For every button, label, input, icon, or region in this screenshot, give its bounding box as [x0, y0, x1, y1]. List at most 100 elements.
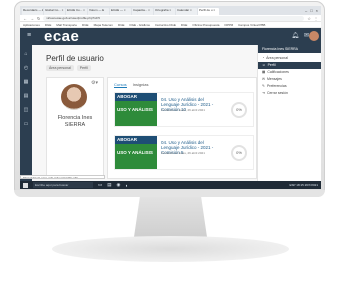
browser-tab[interactable]: Recordaris — E — [22, 8, 43, 15]
star-icon[interactable]: ☆ — [307, 16, 311, 21]
speedometer-icon: ◔ — [262, 56, 265, 60]
bookmark[interactable]: DGE — [82, 22, 89, 27]
breadcrumb-item[interactable]: Área personal — [46, 65, 74, 71]
browser-tab[interactable]: ECAE — × — [110, 8, 131, 15]
course-progress: 0% — [231, 145, 247, 161]
menu-item-label: Calificaciones — [267, 70, 289, 74]
profile-name: Florencia Ines SIERRA — [57, 115, 93, 128]
menu-item-cerrar-sesion[interactable]: ⇥ Cerrar sesión — [258, 90, 321, 97]
window-controls: – □ × — [305, 6, 321, 15]
course-thumbnail[interactable]: ABOGAR USO Y ANÁLISIS — [115, 93, 157, 126]
screen: Recordaris — E Global Co... × ECAE Co...… — [20, 6, 321, 189]
minimize-icon[interactable]: – — [305, 6, 307, 15]
menu-item-label: Perfil — [267, 63, 276, 67]
nav-sidebar: ⌂ ◴ ▦ ▤ ◫ ▭ — [20, 45, 32, 181]
file-explorer-icon[interactable]: ▤ — [107, 182, 111, 188]
logout-icon: ⇥ — [262, 91, 265, 95]
course-thumbnail[interactable]: ABOGAR USO Y ANÁLISIS — [115, 136, 157, 169]
course-thumb-subtitle: USO Y ANÁLISIS — [117, 107, 153, 112]
bookmark[interactable]: Mapa Telecom — [94, 22, 113, 27]
bookmark[interactable]: DGE — [118, 22, 125, 27]
home-icon[interactable]: ⌂ — [24, 51, 27, 57]
taskbar-search-input[interactable]: Escribe aquí para buscar — [33, 182, 93, 188]
menu-item-label: Área personal — [266, 56, 288, 60]
course-card[interactable]: ABOGAR USO Y ANÁLISIS 04. Uso y Análisis… — [114, 92, 254, 127]
courses-icon[interactable]: ◫ — [24, 107, 29, 113]
browser-tab[interactable]: Calendar × — [176, 8, 197, 15]
course-start-date: Comenzó el: lunes, 26 abril 2021 — [161, 108, 205, 112]
menu-item-preferencias[interactable]: ✎ Preferencias — [258, 83, 321, 90]
browser-tab[interactable]: Ortografía × — [154, 8, 175, 15]
user-menu-items: ◔ Área personal ☺ Perfil ▦ Calificacione… — [258, 55, 321, 97]
bookmark[interactable]: Aplicaciones — [23, 22, 40, 27]
bookmark[interactable]: DGE — [181, 22, 188, 27]
monitor-stand-base — [52, 236, 289, 262]
wrench-icon: ✎ — [262, 84, 265, 88]
browser-tab-bar: Recordaris — E Global Co... × ECAE Co...… — [20, 6, 321, 15]
menu-item-area-personal[interactable]: ◔ Área personal — [258, 55, 321, 62]
menu-item-label: Mensajes — [266, 77, 282, 81]
user-menu: Florencia Ines SIERRA ◔ Área personal ☺ … — [257, 45, 321, 181]
bookmark[interactable]: Campus Virtual PBB — [238, 22, 265, 27]
tab-insignias[interactable]: Insignias — [133, 82, 149, 88]
monitor: Recordaris — E Global Co... × ECAE Co...… — [0, 0, 341, 282]
back-icon[interactable]: ← — [23, 16, 27, 21]
chat-icon: ✉ — [262, 77, 265, 81]
folder-icon[interactable]: ▭ — [24, 121, 29, 127]
edge-icon[interactable]: ◐ — [125, 183, 128, 188]
site-logo[interactable]: ecae — [44, 28, 79, 45]
browser-tab-active[interactable]: Perfil de u × — [198, 8, 219, 15]
browser-tab[interactable]: ECAE Co... × — [66, 8, 87, 15]
course-thumb-subtitle: USO Y ANÁLISIS — [117, 150, 153, 155]
bookmark[interactable]: DGE — [45, 22, 52, 27]
forward-icon[interactable]: → — [30, 16, 34, 21]
close-icon[interactable]: × — [316, 6, 318, 15]
menu-item-mensajes[interactable]: ✉ Mensajes — [258, 76, 321, 83]
breadcrumb-item[interactable]: Perfil — [76, 65, 91, 71]
menu-item-label: Cerrar sesión — [266, 91, 288, 95]
profile-card: ⚙▾ Florencia Ines SIERRA — [46, 77, 104, 179]
taskbar: Escribe aquí para buscar ▭ ▤ ◉ ◐ ESP 18:… — [20, 181, 321, 189]
course-progress: 0% — [231, 102, 247, 118]
profile-photo — [61, 84, 87, 110]
courses-panel: Cursos Insignias ABOGAR USO Y ANÁLISIS 0… — [107, 77, 257, 179]
maximize-icon[interactable]: □ — [310, 6, 312, 15]
course-thumb-brand: ABOGAR — [115, 136, 157, 144]
browser-tab[interactable]: Capacita... × — [132, 8, 153, 15]
bookmark[interactable]: Oficina Presupuesta — [192, 22, 219, 27]
header-icons: 🔔︎ ✉︎ — [291, 32, 309, 39]
status-bar-url: https://virtual.ecae.gob.ar/user/profile… — [20, 175, 105, 179]
bookmark[interactable]: Instructivo DGE — [155, 22, 176, 27]
table-icon: ▦ — [262, 70, 266, 74]
browser-tab[interactable]: Global Co... × — [44, 8, 65, 15]
files-icon[interactable]: ▤ — [24, 93, 29, 99]
course-start-date: Comenzó el: lunes, 26 abril 2021 — [161, 151, 205, 155]
system-tray: ESP 18:15 26/7/2021 — [289, 183, 318, 187]
course-tabs: Cursos Insignias — [114, 82, 148, 88]
calendar-icon[interactable]: ▦ — [24, 79, 29, 85]
gear-icon[interactable]: ⚙▾ — [91, 80, 98, 86]
task-view-icon[interactable]: ▭ — [98, 182, 102, 188]
course-thumb-brand: ABOGAR — [115, 93, 157, 101]
user-icon: ☺ — [262, 63, 266, 67]
reload-icon[interactable]: ↻ — [37, 16, 40, 21]
browser-tab[interactable]: Votum — E — [88, 8, 109, 15]
tab-cursos[interactable]: Cursos — [114, 82, 127, 88]
windows-start-icon[interactable] — [23, 182, 28, 188]
menu-item-calificaciones[interactable]: ▦ Calificaciones — [258, 69, 321, 76]
user-avatar[interactable] — [309, 31, 319, 41]
hamburger-icon[interactable]: ≡ — [27, 32, 31, 39]
course-card[interactable]: ABOGAR USO Y ANÁLISIS 04. Uso y Análisis… — [114, 135, 254, 170]
menu-item-perfil[interactable]: ☺ Perfil — [258, 62, 321, 69]
bookmark[interactable]: DGE - Gráficos — [130, 22, 150, 27]
main-content: Perfil de usuario Área personal Perfil ⚙… — [32, 45, 257, 181]
bell-icon[interactable]: 🔔︎ — [291, 32, 299, 39]
dashboard-icon[interactable]: ◴ — [24, 65, 28, 71]
browser-menu-icon[interactable]: ⋮ — [314, 16, 318, 21]
menu-item-label: Preferencias — [266, 84, 287, 88]
breadcrumb: Área personal Perfil — [46, 65, 91, 71]
chrome-icon[interactable]: ◉ — [117, 182, 121, 188]
bookmark[interactable]: Mail Transporte — [56, 22, 77, 27]
url-input[interactable]: virtual.ecae.gob.ar/user/profile.php?id=… — [43, 15, 305, 21]
bookmark[interactable]: DPPM — [224, 22, 233, 27]
